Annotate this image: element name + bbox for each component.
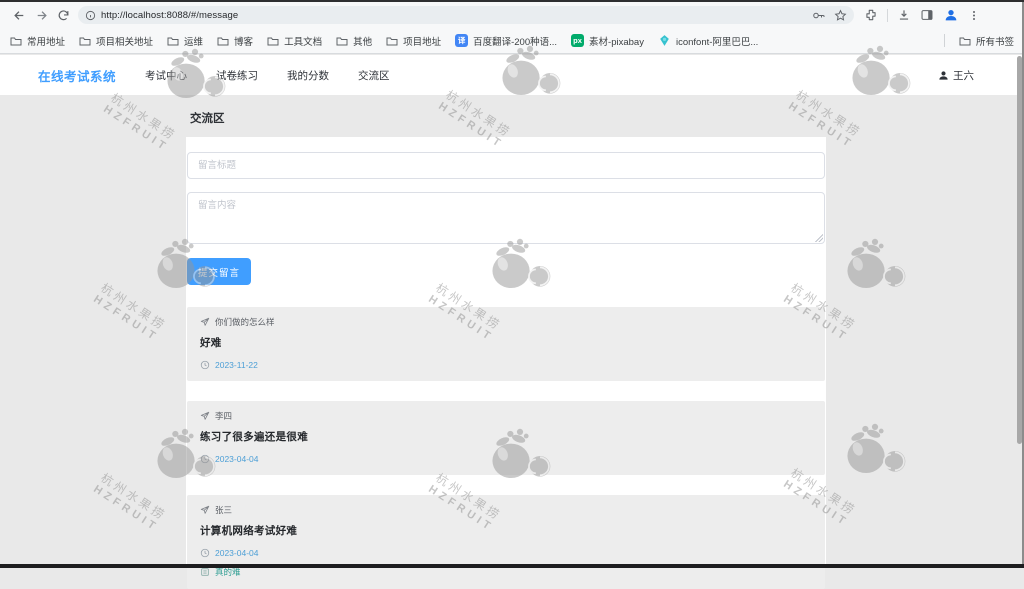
message-title: 计算机网络考试好难 <box>200 525 298 537</box>
folder-icon <box>79 37 91 45</box>
clock-icon <box>200 454 210 464</box>
profile-avatar[interactable] <box>943 7 959 23</box>
message-title: 好难 <box>200 337 222 349</box>
message-title: 练习了很多遍还是很难 <box>200 431 308 443</box>
extensions-icon[interactable] <box>864 8 878 22</box>
message-date: 2023-04-04 <box>215 454 259 464</box>
bookmark-folder[interactable]: 运维 <box>167 34 203 48</box>
nav-item-message-board[interactable]: 交流区 <box>358 68 390 83</box>
folder-icon <box>959 37 971 45</box>
user-menu[interactable]: 王六 <box>938 68 974 83</box>
user-name: 王六 <box>953 69 974 82</box>
paper-plane-icon <box>200 411 210 420</box>
submit-message-button[interactable]: 提交留言 <box>187 258 251 285</box>
bookmark-folder[interactable]: 项目相关地址 <box>79 34 153 48</box>
message-date-link[interactable]: 2023-04-04 <box>200 454 812 464</box>
message-author: 李四 <box>215 411 233 421</box>
bookmark-folder[interactable]: 其他 <box>336 34 372 48</box>
folder-icon <box>336 37 348 45</box>
address-bar[interactable]: http://localhost:8088/#/message <box>78 6 854 24</box>
page-title: 交流区 <box>190 113 225 125</box>
bookmark-star-icon[interactable] <box>834 8 847 22</box>
nav-item-my-scores[interactable]: 我的分数 <box>287 68 329 83</box>
toolbar-right-group <box>864 7 980 23</box>
message-author: 张三 <box>215 505 233 515</box>
back-icon <box>13 10 23 20</box>
reload-icon <box>58 9 68 20</box>
back-button[interactable] <box>8 5 30 25</box>
toolbar-divider <box>887 8 888 22</box>
folder-icon <box>10 37 22 45</box>
reload-button[interactable] <box>52 5 74 25</box>
nav-item-exam-center[interactable]: 考试中心 <box>145 68 187 83</box>
bookmark-link-pixabay[interactable]: px 素材-pixabay <box>571 34 644 48</box>
message-card: 张三 计算机网络考试好难 2023-04-04 真的难 <box>187 495 825 589</box>
message-date: 2023-11-22 <box>215 360 258 370</box>
message-date-link[interactable]: 2023-04-04 <box>200 548 812 558</box>
bookmarks-bar: 常用地址 项目相关地址 运维 博客 工具文档 其他 项目地址 译 百度翻译-20… <box>0 28 1024 54</box>
all-bookmarks-button[interactable]: 所有书签 <box>959 34 1014 48</box>
folder-icon <box>386 37 398 45</box>
nav-item-paper-practice[interactable]: 试卷练习 <box>216 68 258 83</box>
side-panel-icon[interactable] <box>920 8 934 22</box>
iconfont-icon <box>660 35 669 46</box>
bookmark-folder[interactable]: 项目地址 <box>386 34 441 48</box>
message-meta: 张三 <box>200 504 812 516</box>
message-card: 李四 练习了很多遍还是很难 2023-04-04 <box>187 401 825 475</box>
password-key-icon[interactable] <box>812 10 826 21</box>
user-icon <box>939 70 948 80</box>
forward-icon <box>37 10 47 20</box>
bookmark-folder[interactable]: 常用地址 <box>10 34 65 48</box>
bookmark-link-baidu-translate[interactable]: 译 百度翻译-200种语... <box>455 34 557 48</box>
forward-button[interactable] <box>30 5 52 25</box>
message-title-input[interactable] <box>187 152 825 179</box>
message-card: 你们做的怎么样 好难 2023-11-22 <box>187 307 825 381</box>
window-bottom-edge <box>0 564 1024 568</box>
bookmark-folder[interactable]: 博客 <box>217 34 253 48</box>
folder-icon <box>217 37 229 45</box>
bookmarks-divider <box>943 34 945 47</box>
clock-icon <box>200 548 210 558</box>
page-content: 交流区 提交留言 你们做的怎么样 好难 2023-11-22 李四 <box>0 95 1024 589</box>
paper-plane-icon <box>200 505 210 514</box>
message-date: 2023-04-04 <box>215 548 259 558</box>
folder-icon <box>167 37 179 45</box>
window-top-edge <box>0 0 1024 2</box>
message-panel: 提交留言 你们做的怎么样 好难 2023-11-22 李四 练习了很多遍还是很难… <box>186 137 826 589</box>
app-brand[interactable]: 在线考试系统 <box>38 66 116 85</box>
baidu-translate-icon: 译 <box>455 34 469 47</box>
message-meta: 李四 <box>200 410 812 422</box>
pixabay-icon: px <box>571 34 585 47</box>
message-meta: 你们做的怎么样 <box>200 316 812 328</box>
menu-kebab-icon[interactable] <box>968 9 980 22</box>
message-date-link[interactable]: 2023-11-22 <box>200 360 812 370</box>
message-content-textarea[interactable] <box>187 192 825 244</box>
downloads-icon[interactable] <box>897 8 911 22</box>
bookmark-link-iconfont[interactable]: iconfont-阿里巴巴... <box>658 34 758 48</box>
textarea-resize-handle[interactable] <box>814 233 823 242</box>
comment-icon <box>201 568 209 576</box>
browser-toolbar: http://localhost:8088/#/message <box>0 2 1024 28</box>
clock-icon <box>200 360 210 370</box>
app-navbar: 在线考试系统 考试中心 试卷练习 我的分数 交流区 王六 <box>0 55 1024 95</box>
page-info-icon <box>85 10 96 20</box>
folder-icon <box>267 37 279 45</box>
message-author: 你们做的怎么样 <box>215 317 275 327</box>
paper-plane-icon <box>200 317 210 326</box>
bookmark-folder[interactable]: 工具文档 <box>267 34 322 48</box>
url-text: http://localhost:8088/#/message <box>101 9 239 21</box>
message-content-wrap <box>187 192 825 244</box>
